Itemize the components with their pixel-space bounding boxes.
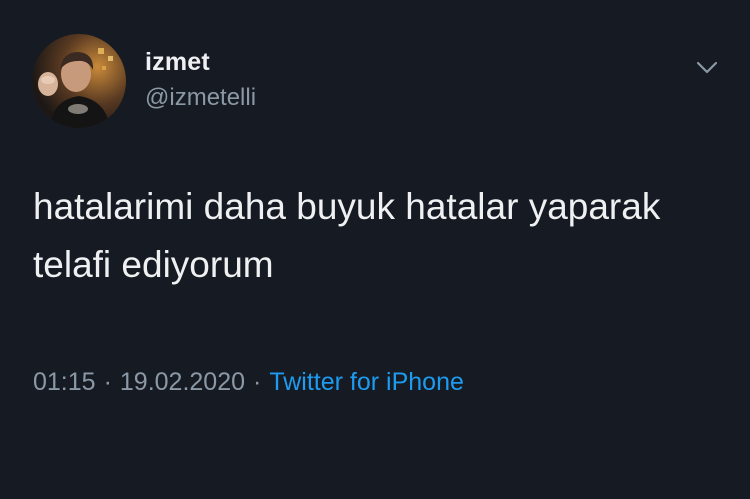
meta-separator: · — [103, 368, 112, 396]
display-name[interactable]: izmet — [145, 48, 210, 77]
tweet-text-line: telafi ediyorum — [33, 244, 274, 285]
user-handle[interactable]: @izmetelli — [145, 84, 256, 112]
avatar-image — [32, 34, 126, 128]
tweet-text-line: hatalarimi daha buyuk hatalar yaparak — [33, 186, 661, 227]
chevron-down-icon[interactable] — [694, 54, 720, 80]
avatar[interactable] — [32, 34, 126, 128]
meta-separator: · — [253, 368, 262, 396]
tweet-text: hatalarimi daha buyuk hatalar yaparak te… — [33, 178, 713, 294]
tweet-date[interactable]: 19.02.2020 — [120, 368, 245, 396]
tweet-time[interactable]: 01:15 — [33, 368, 96, 396]
tweet-meta: 01:15 · 19.02.2020 · Twitter for iPhone — [33, 368, 464, 397]
tweet-card: izmet @izmetelli hatalarimi daha buyuk h… — [0, 0, 750, 499]
tweet-source-link[interactable]: Twitter for iPhone — [269, 368, 464, 396]
